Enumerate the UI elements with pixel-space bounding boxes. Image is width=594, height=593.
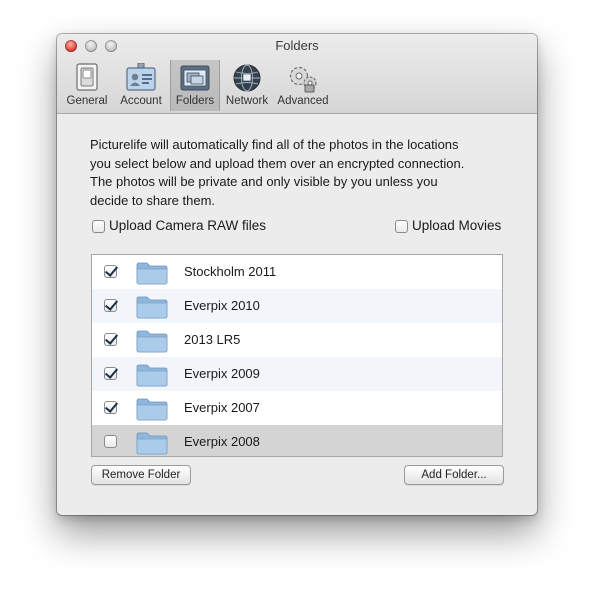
tab-network-label: Network: [225, 95, 269, 107]
remove-folder-button[interactable]: Remove Folder: [91, 465, 191, 485]
upload-raw-label[interactable]: Upload Camera RAW files: [109, 218, 266, 233]
folder-icon: [136, 330, 168, 353]
folder-checkbox[interactable]: [104, 333, 117, 346]
add-folder-button[interactable]: Add Folder...: [404, 465, 504, 485]
folder-icon: [136, 296, 168, 319]
window-title: Folders: [275, 38, 319, 53]
title-bar: Folders General Account Folders Network …: [57, 34, 537, 114]
folder-row[interactable]: Everpix 2008: [92, 425, 502, 456]
folder-name: Everpix 2007: [184, 400, 260, 415]
folder-checkbox[interactable]: [104, 401, 117, 414]
upload-raw-checkbox[interactable]: [92, 220, 105, 233]
folder-row[interactable]: Stockholm 2011: [92, 255, 502, 289]
folder-row[interactable]: Everpix 2007: [92, 391, 502, 425]
folder-name: Everpix 2009: [184, 366, 260, 381]
folder-checkbox[interactable]: [104, 299, 117, 312]
folder-icon: [136, 262, 168, 285]
folders-icon: [180, 65, 210, 91]
folder-row[interactable]: Everpix 2010: [92, 289, 502, 323]
folder-name: Everpix 2010: [184, 298, 260, 313]
tab-general-label: General: [66, 95, 108, 107]
folder-icon: [136, 364, 168, 387]
upload-movies-checkbox[interactable]: [395, 220, 408, 233]
description-line: Picturelife will automatically find all …: [90, 137, 459, 152]
folders-pane: Picturelife will automatically find all …: [57, 114, 537, 515]
tab-general[interactable]: General: [61, 60, 113, 111]
folder-name: Everpix 2008: [184, 434, 260, 449]
tab-account-label: Account: [120, 95, 162, 107]
description-line: you select below and upload them over an…: [90, 155, 465, 171]
folder-checkbox[interactable]: [104, 435, 117, 448]
folder-checkbox[interactable]: [104, 367, 117, 380]
folder-icon: [136, 432, 168, 455]
description-line: decide to share them.: [90, 192, 216, 208]
folder-name: Stockholm 2011: [184, 264, 277, 279]
description-line: The photos will be private and only visi…: [90, 174, 438, 189]
folder-checkbox[interactable]: [104, 265, 117, 278]
folder-name: 2013 LR5: [184, 332, 241, 347]
tab-network[interactable]: Network: [221, 60, 273, 111]
tab-folders[interactable]: Folders: [170, 60, 220, 111]
advanced-gears-icon: [289, 66, 317, 93]
account-id-card-icon: [126, 63, 156, 91]
general-switch-icon: [76, 63, 98, 91]
tab-advanced-label: Advanced: [277, 95, 329, 107]
folder-list[interactable]: Stockholm 2011 Everpix 2010 2013 LR5 Eve…: [91, 254, 503, 457]
description-text: Picturelife will automatically find all …: [90, 136, 510, 210]
folder-row[interactable]: 2013 LR5: [92, 323, 502, 357]
tab-advanced[interactable]: Advanced: [274, 60, 332, 111]
folder-icon: [136, 398, 168, 421]
tab-account[interactable]: Account: [114, 60, 168, 111]
network-globe-icon: [233, 64, 261, 92]
preferences-window: Folders General Account Folders Network …: [57, 34, 537, 515]
upload-movies-label[interactable]: Upload Movies: [412, 218, 501, 233]
tab-folders-label: Folders: [175, 95, 215, 107]
folder-row[interactable]: Everpix 2009: [92, 357, 502, 391]
